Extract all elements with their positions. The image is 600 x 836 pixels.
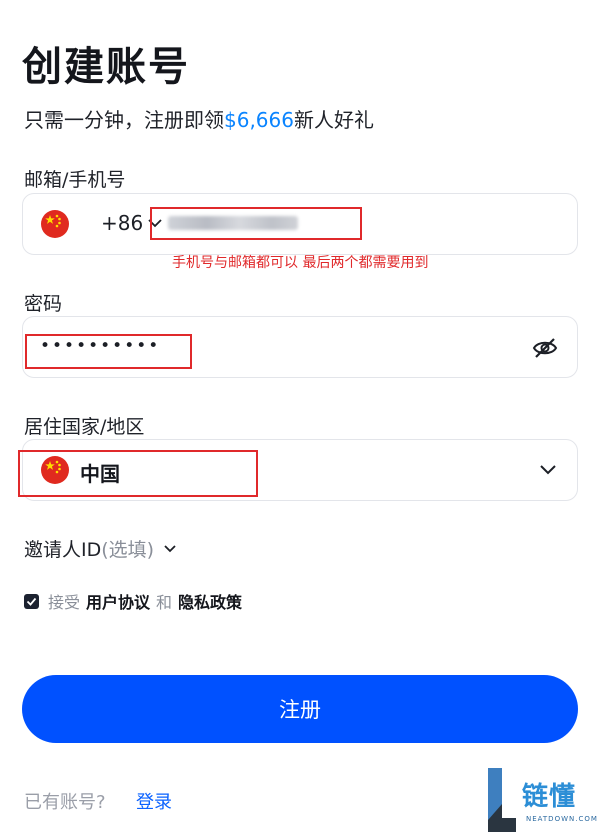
invite-label: 邀请人ID <box>24 539 102 561</box>
invite-optional: (选填) <box>101 539 155 561</box>
invite-toggle[interactable]: 邀请人ID (选填) <box>24 535 178 562</box>
privacy-policy-link[interactable]: 隐私政策 <box>178 589 242 613</box>
eye-slash-icon[interactable] <box>532 336 558 360</box>
phone-highlight-box <box>150 207 362 240</box>
annotation-note: 手机号与邮箱都可以 最后两个都需要用到 <box>172 255 429 271</box>
country-highlight-box <box>18 450 258 497</box>
page-title: 创建账号 <box>22 44 190 90</box>
chevron-down-icon[interactable] <box>538 460 558 480</box>
account-label: 邮箱/手机号 <box>24 169 126 191</box>
checkmark-icon <box>26 597 37 606</box>
register-button[interactable]: 注册 <box>22 675 578 743</box>
china-flag-icon <box>41 210 69 238</box>
login-link[interactable]: 登录 <box>136 788 172 814</box>
chevron-down-icon <box>164 544 176 552</box>
agreement-row: 接受 用户协议 和 隐私政策 <box>24 589 248 613</box>
password-highlight-box <box>25 334 192 369</box>
password-label: 密码 <box>24 293 63 315</box>
have-account-text: 已有账号? <box>24 792 106 813</box>
subtitle-prefix: 只需一分钟，注册即领 <box>24 108 224 132</box>
agree-checkbox[interactable] <box>24 593 39 609</box>
country-label: 居住国家/地区 <box>24 416 145 438</box>
dial-code: +86 <box>101 211 144 235</box>
watermark-domain: NEATDOWN.COM <box>526 815 598 823</box>
subtitle-amount: $6,666 <box>224 108 294 132</box>
subtitle-suffix: 新人好礼 <box>293 108 374 132</box>
agree-conjunction: 和 <box>156 593 173 612</box>
page-subtitle: 只需一分钟，注册即领$6,666新人好礼 <box>24 104 374 133</box>
agree-prefix: 接受 <box>48 593 81 612</box>
user-agreement-link[interactable]: 用户协议 <box>86 589 150 613</box>
watermark-name: 链懂 <box>522 782 577 812</box>
